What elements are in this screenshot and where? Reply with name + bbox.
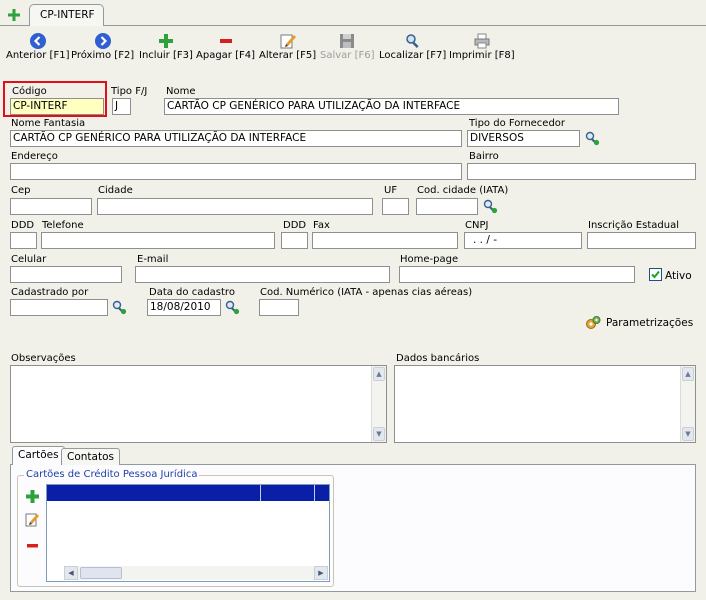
- tipo-label: Tipo F/J: [111, 86, 148, 97]
- ativo-checkbox[interactable]: [649, 268, 662, 281]
- cod-numerico-label: Cod. Numérico (IATA - apenas cias aéreas…: [260, 287, 473, 298]
- document-tab[interactable]: CP-INTERF: [29, 4, 104, 26]
- minus-icon: [219, 39, 232, 43]
- cidade-input[interactable]: [97, 198, 373, 215]
- grid-header-divider: [260, 485, 261, 501]
- endereco-input[interactable]: [10, 163, 462, 180]
- save-icon: [340, 34, 355, 48]
- dados-bancarios-textarea[interactable]: ▲ ▼: [394, 365, 696, 443]
- data-cadastro-lookup-icon[interactable]: [224, 299, 240, 315]
- bairro-input[interactable]: [467, 163, 696, 180]
- cod-cidade-lookup-icon[interactable]: [482, 198, 498, 214]
- anterior-button[interactable]: Anterior [F1]: [6, 32, 69, 61]
- tipo-fornecedor-lookup-icon[interactable]: [584, 130, 600, 146]
- cards-grid[interactable]: ◀ ▶: [46, 484, 330, 582]
- cep-input[interactable]: [10, 198, 92, 215]
- alterar-button[interactable]: Alterar [F5]: [259, 32, 316, 61]
- email-label: E-mail: [137, 254, 169, 265]
- data-cadastro-label: Data do cadastro: [149, 287, 235, 298]
- apagar-button[interactable]: Apagar [F4]: [196, 32, 255, 61]
- celular-input[interactable]: [10, 266, 122, 283]
- tab-strip: [0, 0, 706, 26]
- edit-card-icon[interactable]: [25, 512, 40, 527]
- celular-label: Celular: [11, 254, 47, 265]
- codigo-label: Código: [12, 86, 47, 97]
- telefone-input[interactable]: [41, 232, 275, 249]
- ddd-label: DDD: [11, 220, 35, 231]
- dados-bancarios-label: Dados bancários: [396, 353, 480, 364]
- parametrizacoes-label: Parametrizações: [606, 317, 694, 329]
- salvar-button[interactable]: Salvar [F6]: [320, 32, 375, 61]
- tab-cartoes[interactable]: Cartões: [12, 446, 65, 465]
- fantasia-input[interactable]: CARTÃO CP GENÉRICO PARA UTILIZAÇÃO DA IN…: [10, 130, 462, 147]
- scroll-thumb[interactable]: [80, 567, 122, 579]
- grid-header-divider: [314, 485, 315, 501]
- observacoes-scrollbar[interactable]: ▲ ▼: [371, 366, 386, 442]
- proximo-button[interactable]: Próximo [F2]: [71, 32, 134, 61]
- fantasia-label: Nome Fantasia: [11, 118, 86, 129]
- tipo-fornecedor-input[interactable]: DIVERSOS: [467, 130, 580, 147]
- cidade-label: Cidade: [98, 185, 133, 196]
- cards-group-title: Cartões de Crédito Pessoa Jurídica: [24, 469, 200, 481]
- tipo-input[interactable]: J: [112, 98, 131, 115]
- observacoes-textarea[interactable]: ▲ ▼: [10, 365, 387, 443]
- fax-label: Fax: [313, 220, 330, 231]
- imprimir-button[interactable]: Imprimir [F8]: [449, 32, 515, 61]
- nome-input[interactable]: CARTÃO CP GENÉRICO PARA UTILIZAÇÃO DA IN…: [164, 98, 619, 115]
- homepage-label: Home-page: [400, 254, 459, 265]
- inscricao-label: Inscrição Estadual: [588, 220, 679, 231]
- grid-horizontal-scrollbar[interactable]: ◀ ▶: [64, 566, 328, 580]
- arrow-left-icon: [29, 33, 46, 49]
- scroll-up-icon[interactable]: ▲: [682, 367, 694, 381]
- endereco-label: Endereço: [11, 151, 58, 162]
- cadastrado-input[interactable]: [10, 299, 108, 316]
- bairro-label: Bairro: [469, 151, 499, 162]
- cnpj-label: CNPJ: [465, 220, 489, 231]
- codigo-input[interactable]: CP-INTERF: [10, 98, 104, 115]
- cod-numerico-input[interactable]: [259, 299, 299, 316]
- cadastrado-lookup-icon[interactable]: [111, 299, 127, 315]
- printer-icon: [474, 33, 490, 49]
- scroll-up-icon[interactable]: ▲: [373, 367, 385, 381]
- ddd-fax-input[interactable]: [281, 232, 308, 249]
- tipo-fornecedor-label: Tipo do Fornecedor: [469, 118, 566, 129]
- fax-input[interactable]: [312, 232, 458, 249]
- scroll-right-icon[interactable]: ▶: [314, 566, 328, 580]
- ddd-input[interactable]: [10, 232, 37, 249]
- cep-label: Cep: [11, 185, 31, 196]
- telefone-label: Telefone: [42, 220, 84, 231]
- uf-label: UF: [384, 185, 398, 196]
- add-card-icon[interactable]: [25, 489, 40, 504]
- localizar-button[interactable]: Localizar [F7]: [379, 32, 446, 61]
- scroll-down-icon[interactable]: ▼: [373, 427, 385, 441]
- parametrizacoes-icon: [586, 316, 601, 329]
- search-icon: [405, 34, 419, 48]
- document-tab-label: CP-INTERF: [40, 9, 95, 21]
- cod-cidade-input[interactable]: [416, 198, 478, 215]
- homepage-input[interactable]: [399, 266, 635, 283]
- nome-label: Nome: [166, 86, 196, 97]
- add-tab-icon[interactable]: [8, 9, 20, 21]
- arrow-right-icon: [94, 33, 111, 49]
- incluir-button[interactable]: Incluir [F3]: [139, 32, 193, 61]
- grid-header: [47, 485, 329, 501]
- ativo-label: Ativo: [665, 270, 692, 282]
- plus-icon: [158, 34, 173, 48]
- cnpj-input[interactable]: . . / -: [464, 232, 582, 249]
- scroll-left-icon[interactable]: ◀: [64, 566, 78, 580]
- delete-card-icon[interactable]: [25, 538, 40, 553]
- data-cadastro-input[interactable]: 18/08/2010: [147, 299, 221, 316]
- cadastrado-label: Cadastrado por: [11, 287, 89, 298]
- scroll-down-icon[interactable]: ▼: [682, 427, 694, 441]
- check-icon: [651, 270, 660, 279]
- tab-contatos[interactable]: Contatos: [61, 448, 120, 465]
- dados-bancarios-scrollbar[interactable]: ▲ ▼: [680, 366, 695, 442]
- email-input[interactable]: [135, 266, 390, 283]
- inscricao-input[interactable]: [587, 232, 696, 249]
- ddd-fax-label: DDD: [283, 220, 307, 231]
- uf-input[interactable]: [382, 198, 409, 215]
- edit-icon: [280, 34, 296, 49]
- cod-cidade-label: Cod. cidade (IATA): [417, 185, 509, 196]
- observacoes-label: Observações: [11, 353, 76, 364]
